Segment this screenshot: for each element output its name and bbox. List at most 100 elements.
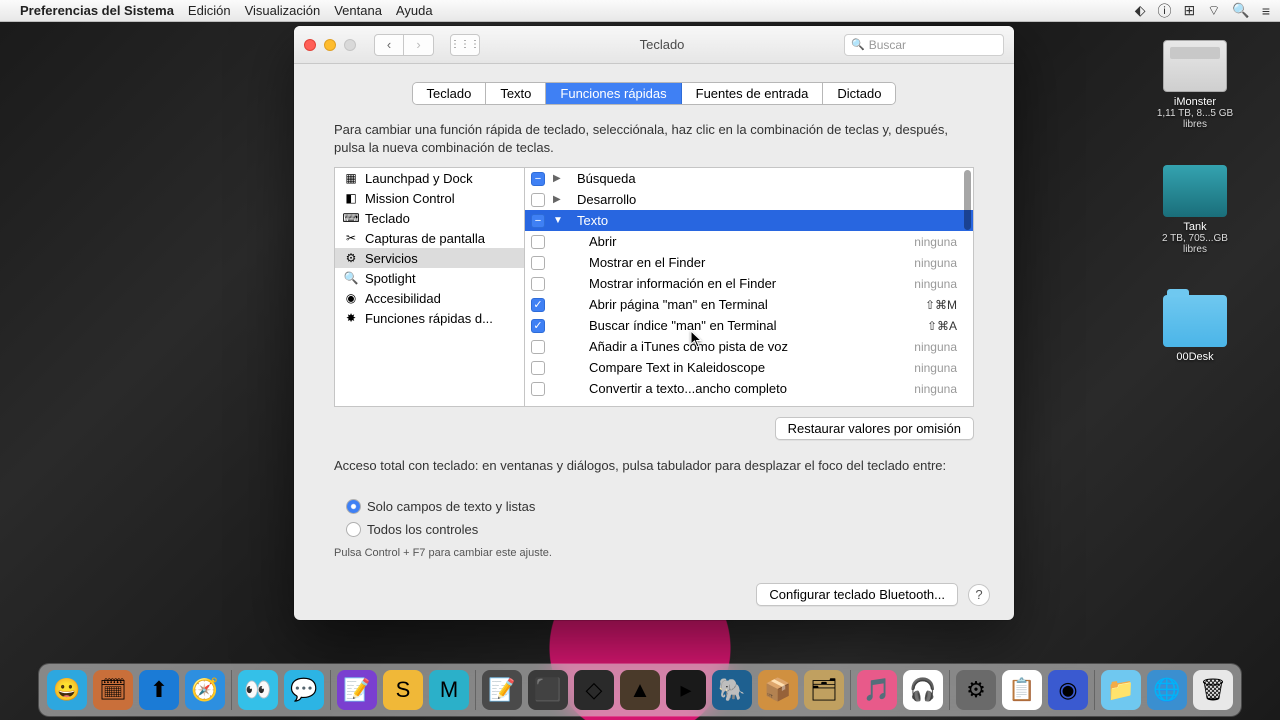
dock-app[interactable]: 👀 (238, 670, 278, 710)
dock-app[interactable]: ◉ (1048, 670, 1088, 710)
category-item[interactable]: ▦Launchpad y Dock (335, 168, 524, 188)
shortcut-item[interactable]: Convertir a texto...ancho completoningun… (525, 378, 973, 399)
category-icon: 🔍 (343, 270, 359, 286)
disclosure-icon[interactable]: ▶ (553, 194, 563, 205)
shortcut-item[interactable]: Abrirninguna (525, 231, 973, 252)
dock-app[interactable]: 🗓 (93, 670, 133, 710)
help-button[interactable]: ? (968, 584, 990, 606)
dock-app[interactable]: M (429, 670, 469, 710)
checkbox[interactable] (531, 193, 545, 207)
shortcut-item[interactable]: ✓Abrir página "man" en Terminal⇧⌘M (525, 294, 973, 315)
disclosure-icon[interactable]: ▼ (553, 215, 563, 226)
category-item[interactable]: ◧Mission Control (335, 188, 524, 208)
shortcut-item[interactable]: ✓Buscar índice "man" en Terminal⇧⌘A (525, 315, 973, 336)
category-item[interactable]: ⚙Servicios (335, 248, 524, 268)
dock-app[interactable]: 📋 (1002, 670, 1042, 710)
checkbox[interactable]: − (531, 214, 545, 228)
dock-app[interactable]: ▲ (620, 670, 660, 710)
shortcut-group[interactable]: −▼Texto (525, 210, 973, 231)
restore-defaults-button[interactable]: Restaurar valores por omisión (775, 417, 974, 440)
shortcut-list[interactable]: −▶Búsqueda▶Desarrollo−▼TextoAbrirninguna… (524, 167, 974, 407)
tab-teclado[interactable]: Teclado (413, 83, 487, 104)
radio-text-fields-only[interactable]: Solo campos de texto y listas (334, 499, 974, 514)
tab-fuentes-de-entrada[interactable]: Fuentes de entrada (682, 83, 824, 104)
category-item[interactable]: ✸Funciones rápidas d... (335, 308, 524, 328)
menu-window[interactable]: Ventana (334, 3, 382, 18)
dock-app[interactable]: 🗂 (804, 670, 844, 710)
shortcut-item[interactable]: Mostrar en el Finderninguna (525, 252, 973, 273)
radio-all-controls[interactable]: Todos los controles (334, 522, 974, 537)
wifi-icon[interactable]: ⌔ (1207, 2, 1220, 20)
shortcut-item[interactable]: Mostrar información en el Finderninguna (525, 273, 973, 294)
dock-app[interactable]: ⬆ (139, 670, 179, 710)
dock-app[interactable]: 📝 (482, 670, 522, 710)
scrollbar[interactable] (964, 170, 971, 230)
status-icon[interactable]: ⓘ (1157, 1, 1171, 21)
tab-dictado[interactable]: Dictado (823, 83, 895, 104)
dock-app[interactable]: ⬛ (528, 670, 568, 710)
dock-app[interactable]: 🌐 (1147, 670, 1187, 710)
menu-view[interactable]: Visualización (245, 3, 321, 18)
category-icon: ⚙ (343, 250, 359, 266)
category-item[interactable]: 🔍Spotlight (335, 268, 524, 288)
checkbox[interactable] (531, 256, 545, 270)
tab-texto[interactable]: Texto (486, 83, 546, 104)
dock-app[interactable]: 📁 (1101, 670, 1141, 710)
dock-app[interactable]: 🗑 (1193, 670, 1233, 710)
category-icon: ✂ (343, 230, 359, 246)
shortcut-group[interactable]: ▶Desarrollo (525, 189, 973, 210)
dock-app[interactable]: ◇ (574, 670, 614, 710)
dock-app[interactable]: 💬 (284, 670, 324, 710)
menu-help[interactable]: Ayuda (396, 3, 433, 18)
checkbox[interactable] (531, 340, 545, 354)
checkbox[interactable] (531, 361, 545, 375)
dock-app[interactable]: 🎧 (903, 670, 943, 710)
dock-app[interactable]: 🧭 (185, 670, 225, 710)
dock-app[interactable]: S (383, 670, 423, 710)
checkbox[interactable] (531, 382, 545, 396)
dropbox-icon[interactable]: ⬖ (1135, 2, 1146, 19)
tab-funciones-rápidas[interactable]: Funciones rápidas (546, 83, 681, 104)
dock-app[interactable]: 📦 (758, 670, 798, 710)
category-item[interactable]: ⌨Teclado (335, 208, 524, 228)
dock-app[interactable]: ▸ (666, 670, 706, 710)
desktop-folder-00desk[interactable]: 00Desk (1150, 295, 1240, 363)
zoom-button[interactable] (344, 39, 356, 51)
shortcut-item[interactable]: Compare Text in Kaleidoscopeninguna (525, 357, 973, 378)
menu-edit[interactable]: Edición (188, 3, 231, 18)
checkbox[interactable] (531, 235, 545, 249)
dock-app[interactable]: 🎵 (857, 670, 897, 710)
app-menu[interactable]: Preferencias del Sistema (20, 3, 174, 18)
dock-app[interactable]: 📝 (337, 670, 377, 710)
dock-app[interactable]: 😀 (47, 670, 87, 710)
category-list[interactable]: ▦Launchpad y Dock◧Mission Control⌨Teclad… (334, 167, 524, 407)
back-button[interactable]: ‹ (374, 34, 404, 56)
notification-center-icon[interactable]: ≡ (1262, 3, 1270, 19)
show-all-button[interactable]: ⋮⋮⋮ (450, 34, 480, 56)
minimize-button[interactable] (324, 39, 336, 51)
menu-extra-icon[interactable]: ⊞ (1183, 2, 1195, 19)
shortcut-group[interactable]: −▶Búsqueda (525, 168, 973, 189)
category-item[interactable]: ✂Capturas de pantalla (335, 228, 524, 248)
category-item[interactable]: ◉Accesibilidad (335, 288, 524, 308)
radio-on-icon (346, 499, 361, 514)
cursor-icon (690, 330, 704, 348)
desktop-drive-tank[interactable]: Tank 2 TB, 705...GB libres (1150, 165, 1240, 255)
bluetooth-keyboard-button[interactable]: Configurar teclado Bluetooth... (756, 583, 958, 606)
shortcut-item[interactable]: Añadir a iTunes como pista de vozninguna (525, 336, 973, 357)
shortcut-key: ninguna (914, 361, 967, 375)
dock-app[interactable]: 🐘 (712, 670, 752, 710)
checkbox[interactable] (531, 277, 545, 291)
spotlight-icon[interactable]: 🔍 (1232, 2, 1249, 19)
checkbox[interactable]: ✓ (531, 298, 545, 312)
desktop-drive-imonster[interactable]: iMonster 1,11 TB, 8...5 GB libres (1150, 40, 1240, 130)
disclosure-icon[interactable]: ▶ (553, 173, 563, 184)
checkbox[interactable]: ✓ (531, 319, 545, 333)
shortcut-key: ninguna (914, 235, 967, 249)
dock-app[interactable]: ⚙ (956, 670, 996, 710)
full-access-label: Acceso total con teclado: en ventanas y … (294, 440, 1014, 473)
search-input[interactable]: 🔍 Buscar (844, 34, 1004, 56)
close-button[interactable] (304, 39, 316, 51)
checkbox[interactable]: − (531, 172, 545, 186)
hint-text: Pulsa Control + F7 para cambiar este aju… (294, 537, 1014, 559)
